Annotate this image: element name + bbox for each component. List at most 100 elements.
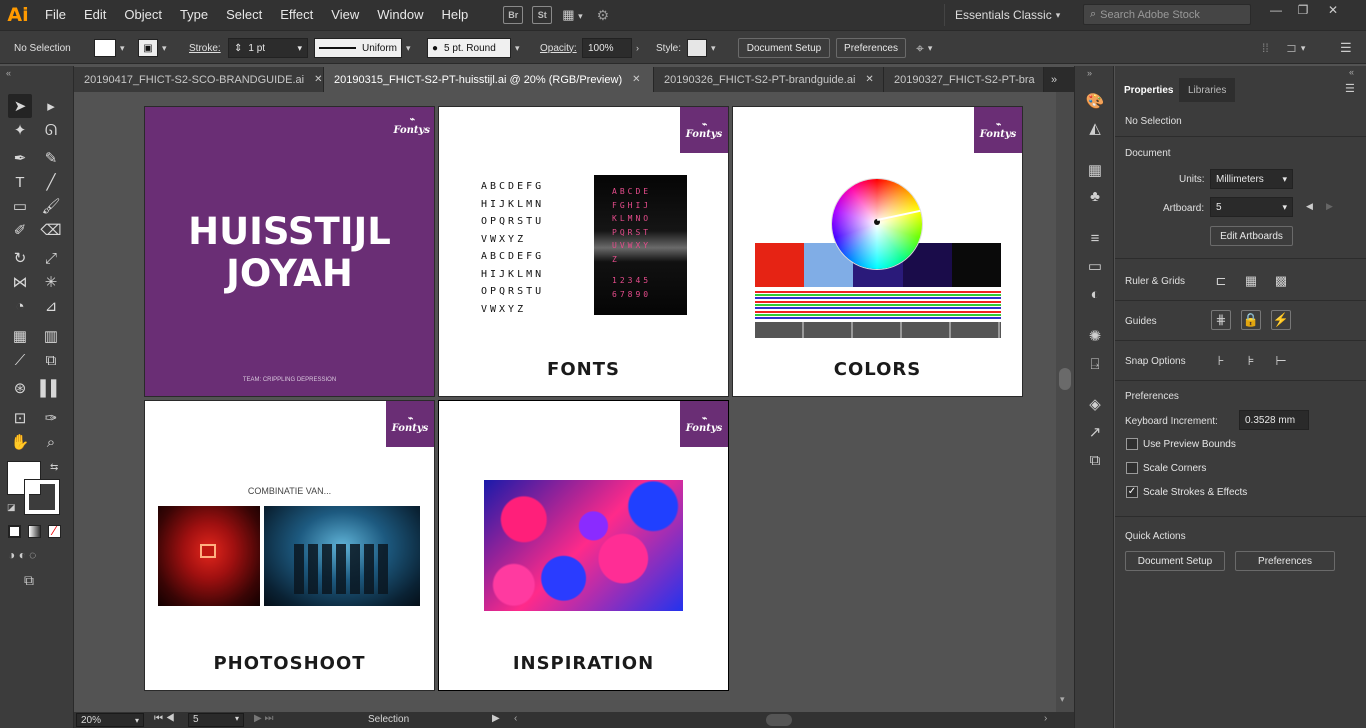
graphic-style-swatch[interactable]	[687, 39, 707, 57]
keyboard-increment-field[interactable]: 0.3528 mm	[1239, 410, 1309, 430]
snap-to-point-icon[interactable]: ⊦	[1211, 351, 1231, 371]
document-setup-button[interactable]: Document Setup	[738, 38, 830, 58]
default-colors-icon[interactable]: ◪	[7, 502, 16, 513]
artboard-colors[interactable]: ⌁ Fontys COLORS	[732, 106, 1023, 397]
stroke-label[interactable]: Stroke:	[189, 31, 221, 65]
chevron-down-icon[interactable]: ▾	[162, 43, 167, 54]
collapse-icon[interactable]: «	[6, 68, 11, 78]
swatches-icon[interactable]: ▦	[1085, 160, 1105, 180]
curvature-tool-icon[interactable]: ✎	[39, 146, 63, 170]
artboard-photoshoot[interactable]: ⌁ Fontys COMBINATIE VAN... PHOTOSHOOT	[144, 400, 435, 691]
edit-artboards-button[interactable]: Edit Artboards	[1210, 226, 1293, 246]
screen-mode-icon[interactable]: ⧉	[24, 572, 34, 589]
smart-guides-icon[interactable]: ⚡	[1271, 310, 1291, 330]
chevron-down-icon[interactable]: ▾	[406, 43, 411, 54]
scale-tool-icon[interactable]: ⤢	[39, 246, 63, 270]
menu-view[interactable]: View	[322, 0, 368, 30]
status-menu-icon[interactable]: ▶	[492, 713, 500, 724]
show-guides-icon[interactable]: ⋕	[1211, 310, 1231, 330]
pen-tool-icon[interactable]: ✒	[8, 146, 32, 170]
artboard-fonts[interactable]: ⌁ Fontys ABCDEFG HIJKLMN OPQRSTU VWXYZ ABCDEF…	[438, 106, 729, 397]
scale-corners-checkbox[interactable]	[1126, 462, 1138, 474]
qa-preferences-button[interactable]: Preferences	[1235, 551, 1335, 571]
shape-builder-tool-icon[interactable]: ◔	[8, 294, 32, 318]
scroll-down-icon[interactable]: ▾	[1060, 694, 1065, 705]
layers-icon[interactable]: ◈	[1085, 394, 1105, 414]
magic-wand-tool-icon[interactable]: ✦	[8, 118, 32, 142]
color-theme-icon[interactable]: ◭	[1085, 118, 1105, 138]
next-artboard-icon[interactable]: ▶ ⏭	[254, 713, 273, 724]
menu-type[interactable]: Type	[171, 0, 217, 30]
brush-definition[interactable]: ● 5 pt. Round	[427, 38, 511, 58]
stroke-swatch[interactable]: ▣	[138, 39, 158, 57]
close-icon[interactable]: ✕	[632, 74, 640, 85]
preferences-button[interactable]: Preferences	[836, 38, 906, 58]
hand-tool-icon[interactable]: ✋	[8, 430, 32, 454]
opacity-field[interactable]: 100%	[582, 38, 632, 58]
artboard-dropdown[interactable]: 5 ▾	[1210, 197, 1293, 217]
minimize-icon[interactable]: —	[1263, 4, 1289, 18]
variable-width-profile[interactable]: Uniform	[314, 38, 402, 58]
panel-menu-icon[interactable]: ☰	[1340, 31, 1352, 65]
bridge-button[interactable]: Br	[503, 6, 524, 24]
chevron-down-icon[interactable]: ▾	[515, 43, 520, 54]
opacity-label[interactable]: Opacity:	[540, 31, 577, 65]
symbol-sprayer-tool-icon[interactable]: ⊛	[8, 376, 32, 400]
qa-document-setup-button[interactable]: Document Setup	[1125, 551, 1225, 571]
paintbrush-tool-icon[interactable]: 🖌	[39, 194, 63, 218]
mesh-tool-icon[interactable]: ▦	[8, 324, 32, 348]
zoom-field[interactable]: 20% ▾	[76, 713, 144, 727]
rectangle-tool-icon[interactable]: ▭	[8, 194, 32, 218]
swap-colors-icon[interactable]: ⇆	[50, 462, 58, 473]
next-artboard-icon[interactable]: ▶	[1326, 201, 1333, 212]
document-tab[interactable]: 20190326_FHICT-S2-PT-brandguide.ai ✕	[654, 67, 884, 92]
puppet-warp-tool-icon[interactable]: ✳	[39, 270, 63, 294]
scale-strokes-checkbox[interactable]: ✓	[1126, 486, 1138, 498]
scroll-thumb[interactable]	[1059, 368, 1071, 390]
expand-panels-icon[interactable]: »	[1087, 68, 1092, 78]
arrange-documents-icon[interactable]: ▦ ▾	[562, 7, 582, 23]
align-icon[interactable]: ⁞⁞	[1262, 31, 1269, 65]
preview-bounds-checkbox[interactable]	[1126, 438, 1138, 450]
units-dropdown[interactable]: Millimeters ▾	[1210, 169, 1293, 189]
close-icon[interactable]: ✕	[865, 74, 873, 85]
artboards-icon[interactable]: ⧉	[1085, 450, 1105, 470]
menu-object[interactable]: Object	[115, 0, 171, 30]
tab-libraries[interactable]: Libraries	[1179, 78, 1236, 102]
stock-button[interactable]: St	[532, 6, 553, 24]
appearance-icon[interactable]: ✺	[1085, 326, 1105, 346]
column-graph-tool-icon[interactable]: ▌▌	[39, 376, 63, 400]
scroll-right-icon[interactable]: ›	[1044, 713, 1047, 724]
stepper-icon[interactable]: ⇕	[234, 43, 242, 54]
chevron-down-icon[interactable]: ▾	[297, 43, 302, 54]
gradient-icon[interactable]: ▭	[1085, 256, 1105, 276]
horizontal-scroll-thumb[interactable]	[766, 714, 792, 726]
menu-help[interactable]: Help	[432, 0, 477, 30]
menu-edit[interactable]: Edit	[75, 0, 115, 30]
vertical-scrollbar[interactable]: ▾	[1056, 92, 1074, 712]
chevron-right-icon[interactable]: ›	[636, 43, 639, 53]
color-guide-icon[interactable]: 🎨	[1085, 91, 1105, 111]
selection-tool-icon[interactable]: ➤	[8, 94, 32, 118]
chevron-down-icon[interactable]: ▾	[711, 43, 716, 54]
lasso-tool-icon[interactable]: ᘏ	[39, 118, 63, 142]
lock-guides-icon[interactable]: 🔒	[1241, 310, 1261, 330]
eraser-tool-icon[interactable]: ⌫	[39, 218, 63, 242]
artboard-cover[interactable]: ⌁ Fontys HUISSTIJL JOYAH TEAM: CRIPPLING …	[144, 106, 435, 397]
rotate-tool-icon[interactable]: ↻	[8, 246, 32, 270]
close-icon[interactable]: ✕	[1320, 4, 1346, 18]
zoom-tool-icon[interactable]: ⌕	[39, 430, 63, 454]
shaper-tool-icon[interactable]: ✐	[8, 218, 32, 242]
tab-properties[interactable]: Properties	[1115, 78, 1183, 102]
scroll-left-icon[interactable]: ‹	[514, 713, 517, 724]
menu-effect[interactable]: Effect	[271, 0, 322, 30]
close-icon[interactable]: ✕	[314, 74, 322, 85]
menu-file[interactable]: File	[36, 0, 75, 30]
arrange-icon[interactable]: ⌖ ▾	[916, 31, 932, 65]
workspace-switcher[interactable]: Essentials Classic ▾	[944, 4, 1068, 26]
document-tab[interactable]: 20190327_FHICT-S2-PT-bra	[884, 67, 1044, 92]
more-tabs-icon[interactable]: »	[1044, 67, 1064, 92]
gradient-mode-icon[interactable]	[28, 525, 41, 538]
stroke-color-box[interactable]	[24, 479, 60, 515]
snap-to-pixel-icon[interactable]: ⊧	[1241, 351, 1261, 371]
